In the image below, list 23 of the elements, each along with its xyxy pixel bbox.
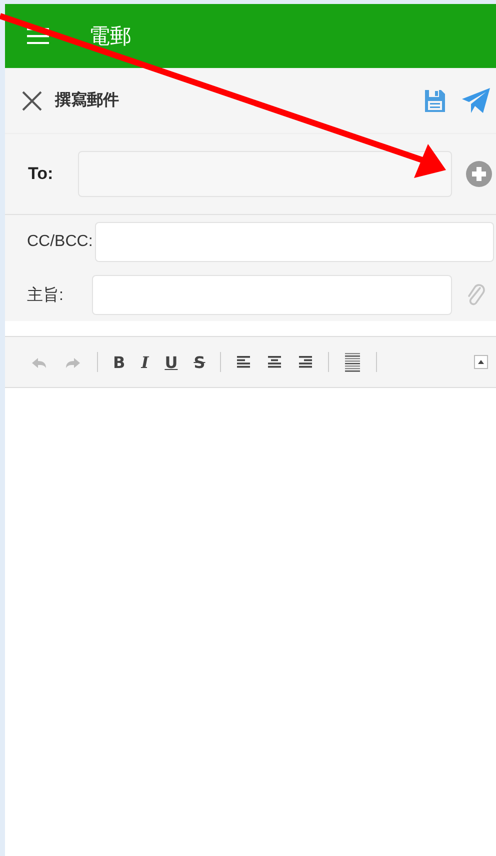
- input-field[interactable]: [78, 151, 452, 197]
- field-label: CC/BCC:: [27, 233, 93, 251]
- strikethrough-button[interactable]: S: [190, 352, 208, 372]
- align-left-icon[interactable]: [237, 356, 250, 368]
- field-label: To:: [28, 164, 54, 184]
- plus-circle-icon[interactable]: [466, 161, 492, 187]
- close-icon[interactable]: [21, 90, 43, 112]
- input-field[interactable]: [94, 222, 494, 262]
- menu-icon[interactable]: [27, 28, 49, 44]
- compose-title: 撰寫郵件: [55, 90, 119, 111]
- bold-button[interactable]: B: [110, 352, 128, 372]
- italic-button[interactable]: I: [138, 352, 152, 372]
- underline-button[interactable]: U: [162, 352, 181, 372]
- input-field[interactable]: [92, 275, 452, 315]
- save-icon[interactable]: [424, 88, 446, 112]
- app-title: 電郵: [89, 23, 131, 50]
- justify-icon[interactable]: [345, 352, 360, 372]
- align-right-icon[interactable]: [299, 356, 312, 368]
- collapse-icon[interactable]: [474, 355, 488, 369]
- field-label: 主旨:: [27, 286, 64, 306]
- paperclip-icon[interactable]: [466, 282, 486, 308]
- paper-plane-icon[interactable]: [462, 88, 490, 114]
- align-center-icon[interactable]: [268, 356, 282, 368]
